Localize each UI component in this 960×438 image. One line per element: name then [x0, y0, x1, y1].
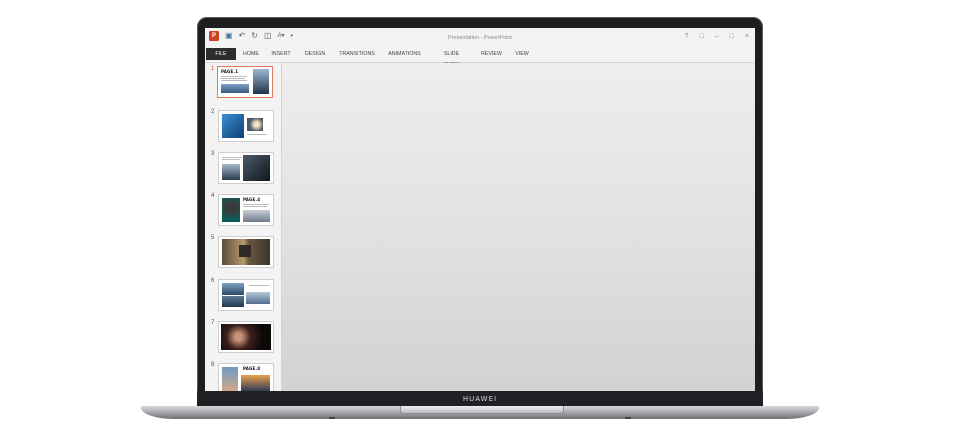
- tab-file[interactable]: FILE: [206, 48, 236, 60]
- minimize-icon[interactable]: –: [715, 33, 719, 41]
- slide-number: 7: [211, 320, 215, 326]
- slide-number: 8: [211, 362, 215, 368]
- slide-thumbnail-1[interactable]: 1 PAGE.1: [205, 66, 281, 107]
- laptop-base: [141, 406, 819, 419]
- slide-preview: [218, 236, 274, 268]
- tab-view[interactable]: VIEW: [514, 49, 530, 60]
- hinge-notch: [400, 406, 564, 414]
- slide-heading: PAGE.1: [221, 69, 239, 74]
- slide-heading: PAGE.4: [243, 197, 261, 202]
- ribbon-tabs: FILE HOME INSERT DESIGN TRANSITIONS ANIM…: [205, 46, 755, 68]
- slide-thumbnail-7[interactable]: 7: [205, 320, 281, 361]
- window-title: Presentation - PowerPoint: [448, 35, 512, 41]
- restore-icon[interactable]: □: [730, 33, 734, 41]
- tab-insert[interactable]: INSERT: [271, 49, 291, 60]
- slide-thumbnail-2[interactable]: 2: [205, 109, 281, 150]
- ribbon-display-options-icon[interactable]: □: [700, 33, 704, 41]
- slide-number: 3: [211, 151, 215, 157]
- base-foot: [625, 417, 631, 419]
- slide-thumbnail-5[interactable]: 5: [205, 235, 281, 276]
- slide-preview: PAGE.4: [218, 194, 274, 226]
- slide-number: 1: [211, 66, 215, 72]
- slide-preview: [218, 321, 274, 353]
- slide-preview: [218, 152, 274, 184]
- tab-animations[interactable]: ANIMATIONS: [387, 49, 422, 60]
- tab-review[interactable]: REVIEW: [481, 49, 502, 60]
- title-bar: P ▣ ↶ ↻ ◫ A▾ ▾ Presentation - PowerPoint…: [205, 28, 755, 46]
- tab-design[interactable]: DESIGN: [304, 49, 326, 60]
- slide-thumbnails-pane[interactable]: 1 PAGE.1 2 3 4 PAGE.4 5 6 7 8 PAGE.8: [205, 63, 282, 391]
- tab-home[interactable]: HOME: [242, 49, 260, 60]
- slide-preview: PAGE.1: [217, 66, 273, 98]
- tab-transitions[interactable]: TRANSITIONS: [339, 49, 375, 60]
- tab-slide-show[interactable]: SLIDE SHOW: [435, 49, 468, 68]
- slide-thumbnail-6[interactable]: 6: [205, 278, 281, 319]
- slide-number: 6: [211, 278, 215, 284]
- brand-logo: HUAWEI: [462, 395, 498, 403]
- slide-number: 5: [211, 235, 215, 241]
- slide-thumbnail-4[interactable]: 4 PAGE.4: [205, 193, 281, 234]
- slide-preview: [218, 279, 274, 311]
- slide-preview: [218, 110, 274, 142]
- slide-number: 4: [211, 193, 215, 199]
- help-icon[interactable]: ?: [685, 33, 689, 41]
- close-icon[interactable]: ×: [745, 33, 749, 41]
- window-controls: ? □ – □ ×: [685, 33, 749, 41]
- screen: P ▣ ↶ ↻ ◫ A▾ ▾ Presentation - PowerPoint…: [205, 28, 755, 391]
- slide-preview: PAGE.8: [218, 363, 274, 391]
- slide-thumbnail-3[interactable]: 3: [205, 151, 281, 192]
- slide-heading: PAGE.8: [243, 366, 261, 371]
- slide-thumbnail-8[interactable]: 8 PAGE.8: [205, 362, 281, 391]
- base-foot: [329, 417, 335, 419]
- slide-number: 2: [211, 109, 215, 115]
- slide-editing-area[interactable]: [282, 63, 755, 391]
